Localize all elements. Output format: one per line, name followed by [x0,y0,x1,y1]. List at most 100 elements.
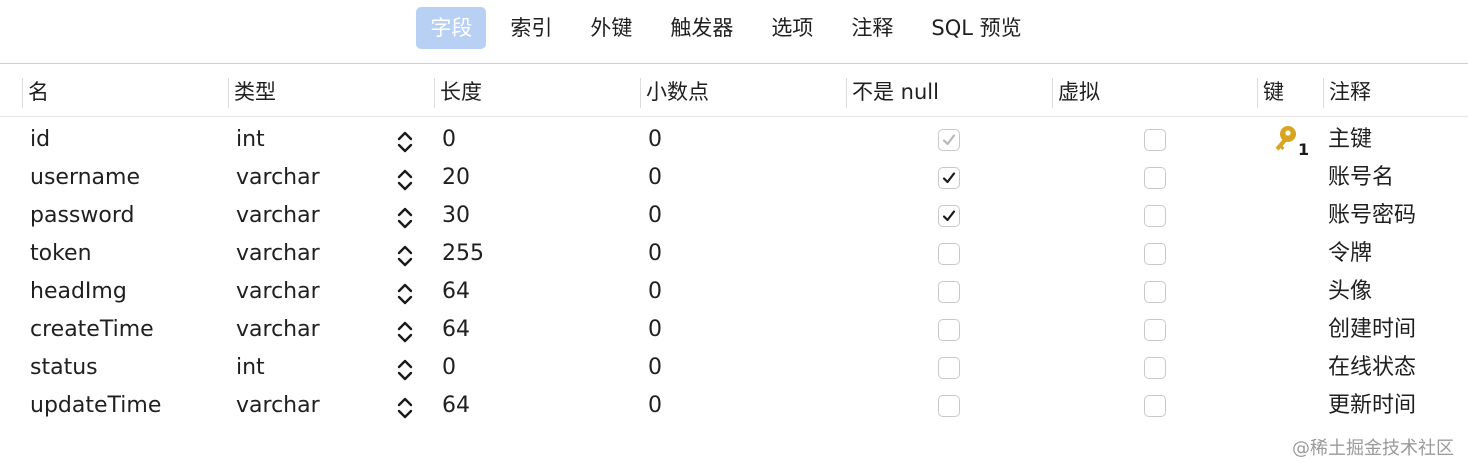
not-null-checkbox[interactable] [938,129,960,151]
chevron-up-down-icon[interactable] [396,205,414,229]
field-decimals-cell[interactable]: 0 [648,197,662,235]
field-length-cell[interactable]: 255 [442,235,484,273]
field-name-cell[interactable]: username [30,159,140,197]
table-row[interactable]: updateTime varchar 64 0 更新时间 [0,387,1468,425]
column-header-virtual[interactable]: 虚拟 [1052,70,1100,116]
virtual-checkbox[interactable] [1144,357,1166,379]
not-null-checkbox[interactable] [938,281,960,303]
column-header-length[interactable]: 长度 [434,70,482,116]
chevron-up-down-icon[interactable] [396,167,414,191]
not-null-checkbox[interactable] [938,167,960,189]
field-decimals-cell[interactable]: 0 [648,121,662,159]
key-icon[interactable]: 1 [1274,124,1310,159]
field-comment-cell[interactable]: 创建时间 [1328,311,1416,349]
tab-3[interactable]: 触发器 [656,7,747,49]
key-index-label: 1 [1298,140,1309,158]
tab-bar: 字段 索引 外键 触发器 选项 注释 SQL 预览 [0,6,1468,50]
column-header-type[interactable]: 类型 [228,70,276,116]
field-decimals-cell[interactable]: 0 [648,273,662,311]
field-length-cell[interactable]: 64 [442,311,470,349]
virtual-cell [1144,395,1166,433]
field-comment-cell[interactable]: 账号名 [1328,159,1394,197]
field-table-body: id int 0 0 1 主键 username varchar 20 0 账号名 password v… [0,121,1468,425]
virtual-checkbox[interactable] [1144,319,1166,341]
column-header-not-null[interactable]: 不是 null [846,70,939,116]
table-row[interactable]: id int 0 0 1 主键 [0,121,1468,159]
field-type-cell[interactable]: varchar [236,235,320,273]
field-decimals-cell[interactable]: 0 [648,387,662,425]
field-length-cell[interactable]: 20 [442,159,470,197]
field-name-cell[interactable]: headImg [30,273,127,311]
field-decimals-cell[interactable]: 0 [648,349,662,387]
field-comment-cell[interactable]: 主键 [1328,121,1372,159]
field-name-cell[interactable]: status [30,349,98,387]
checkmark-icon [942,210,956,222]
chevron-up-down-icon[interactable] [396,395,414,419]
field-name-cell[interactable]: createTime [30,311,154,349]
field-type-cell[interactable]: int [236,349,265,387]
field-length-cell[interactable]: 30 [442,197,470,235]
table-header: 名 类型 长度 小数点 不是 null 虚拟 键 注释 [0,70,1468,117]
virtual-checkbox[interactable] [1144,395,1166,417]
not-null-checkbox[interactable] [938,357,960,379]
field-name-cell[interactable]: token [30,235,92,273]
virtual-checkbox[interactable] [1144,281,1166,303]
field-length-cell[interactable]: 0 [442,349,456,387]
table-row[interactable]: password varchar 30 0 账号密码 [0,197,1468,235]
not-null-checkbox[interactable] [938,243,960,265]
column-header-comment[interactable]: 注释 [1323,70,1371,116]
chevron-up-down-icon[interactable] [396,129,414,153]
not-null-checkbox[interactable] [938,319,960,341]
virtual-checkbox[interactable] [1144,243,1166,265]
field-type-cell[interactable]: varchar [236,311,320,349]
field-length-cell[interactable]: 0 [442,121,456,159]
tab-2[interactable]: 外键 [576,7,646,49]
field-name-cell[interactable]: id [30,121,50,159]
column-header-decimals[interactable]: 小数点 [640,70,709,116]
field-type-cell[interactable]: varchar [236,387,320,425]
watermark: @稀土掘金技术社区 [1292,438,1454,459]
tab-5[interactable]: 注释 [837,7,907,49]
virtual-checkbox[interactable] [1144,129,1166,151]
field-comment-cell[interactable]: 更新时间 [1328,387,1416,425]
field-comment-cell[interactable]: 账号密码 [1328,197,1416,235]
field-type-cell[interactable]: varchar [236,273,320,311]
table-row[interactable]: createTime varchar 64 0 创建时间 [0,311,1468,349]
table-row[interactable]: username varchar 20 0 账号名 [0,159,1468,197]
checkmark-icon [942,172,956,184]
tab-1[interactable]: 索引 [496,7,566,49]
table-row[interactable]: status int 0 0 在线状态 [0,349,1468,387]
checkmark-icon [942,134,956,146]
not-null-cell [938,395,960,433]
tab-bar-divider [0,63,1468,64]
field-type-cell[interactable]: varchar [236,197,320,235]
column-header-key[interactable]: 键 [1257,70,1284,116]
chevron-up-down-icon[interactable] [396,243,414,267]
field-name-cell[interactable]: updateTime [30,387,161,425]
table-row[interactable]: token varchar 255 0 令牌 [0,235,1468,273]
field-length-cell[interactable]: 64 [442,387,470,425]
field-type-cell[interactable]: varchar [236,159,320,197]
chevron-up-down-icon[interactable] [396,357,414,381]
field-comment-cell[interactable]: 令牌 [1328,235,1372,273]
field-comment-cell[interactable]: 在线状态 [1328,349,1416,387]
chevron-up-down-icon[interactable] [396,319,414,343]
not-null-checkbox[interactable] [938,395,960,417]
not-null-checkbox[interactable] [938,205,960,227]
virtual-checkbox[interactable] [1144,167,1166,189]
field-name-cell[interactable]: password [30,197,134,235]
tab-list: 字段 索引 外键 触发器 选项 注释 SQL 预览 [411,7,1040,49]
tab-6[interactable]: SQL 预览 [917,7,1035,49]
field-decimals-cell[interactable]: 0 [648,159,662,197]
field-length-cell[interactable]: 64 [442,273,470,311]
column-header-name[interactable]: 名 [22,70,49,116]
table-row[interactable]: headImg varchar 64 0 头像 [0,273,1468,311]
field-decimals-cell[interactable]: 0 [648,235,662,273]
chevron-up-down-icon[interactable] [396,281,414,305]
field-comment-cell[interactable]: 头像 [1328,273,1372,311]
field-decimals-cell[interactable]: 0 [648,311,662,349]
virtual-checkbox[interactable] [1144,205,1166,227]
tab-4[interactable]: 选项 [757,7,827,49]
field-type-cell[interactable]: int [236,121,265,159]
tab-0[interactable]: 字段 [416,7,487,49]
